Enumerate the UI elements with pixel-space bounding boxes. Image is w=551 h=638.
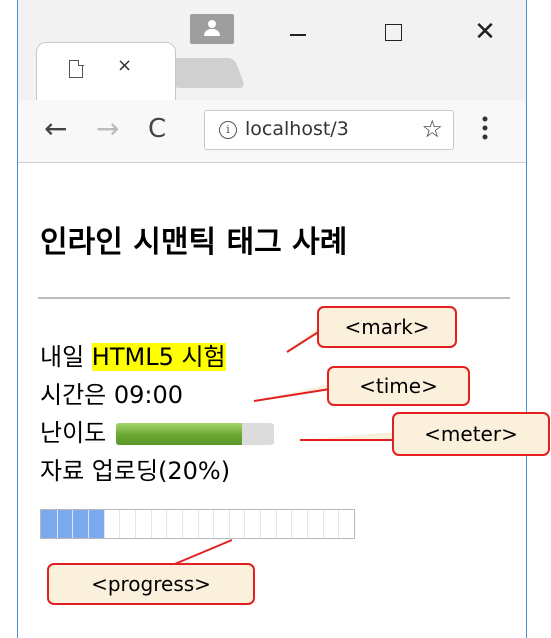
mark-line: 내일 HTML5 시험 <box>40 337 226 372</box>
progress-cell-divider <box>119 510 121 538</box>
page-icon <box>69 59 84 78</box>
maximize-button[interactable] <box>373 18 413 48</box>
meter-line: 난이도 <box>40 413 274 448</box>
progress-cell-divider <box>87 510 89 538</box>
progress-cell-divider <box>103 510 105 538</box>
horizontal-rule <box>38 297 510 299</box>
progress-cell-divider <box>213 510 215 538</box>
profile-body <box>204 29 220 36</box>
meter-fill <box>115 423 243 445</box>
meter-callout: <meter> <box>392 412 550 456</box>
time-prefix: 시간은 <box>40 381 114 409</box>
progress-cell-divider <box>322 510 324 538</box>
progress-callout: <progress> <box>47 563 255 605</box>
progress-cell-divider <box>228 510 230 538</box>
mark-prefix: 내일 <box>40 343 92 371</box>
back-button[interactable]: ← <box>44 112 67 146</box>
menu-button[interactable] <box>482 116 488 140</box>
progress-cell-divider <box>56 510 58 538</box>
info-icon[interactable]: i <box>219 121 237 139</box>
address-bar[interactable]: i localhost/3 ☆ <box>204 110 454 150</box>
profile-icon[interactable] <box>190 14 234 44</box>
time-line: 시간은 09:00 <box>40 375 183 410</box>
address-text[interactable]: localhost/3 <box>245 118 349 140</box>
window-close-button[interactable]: ✕ <box>465 18 505 48</box>
bookmark-star-icon[interactable]: ☆ <box>417 115 443 143</box>
upload-label: 자료 업로딩(20%) <box>40 457 231 485</box>
progress-cell-divider <box>166 510 168 538</box>
progress-cell-divider <box>181 510 183 538</box>
forward-button[interactable]: → <box>96 112 119 146</box>
profile-head <box>208 20 216 28</box>
browser-toolbar: ← → C i localhost/3 ☆ <box>18 100 526 163</box>
reload-button[interactable]: C <box>148 112 166 146</box>
progress-cell-divider <box>275 510 277 538</box>
progress-cell-divider <box>134 510 136 538</box>
progress-cell-divider <box>338 510 340 538</box>
tab-active[interactable]: × <box>36 42 176 100</box>
progress-cell-divider <box>197 510 199 538</box>
mark-highlight: HTML5 시험 <box>91 343 226 371</box>
tab-close-icon[interactable]: × <box>117 55 132 76</box>
meter-label: 난이도 <box>40 419 114 447</box>
minimize-button[interactable] <box>278 18 318 48</box>
difficulty-meter <box>115 423 274 445</box>
upload-progress <box>40 509 355 539</box>
time-callout: <time> <box>327 366 470 406</box>
progress-cell-divider <box>307 510 309 538</box>
progress-cell-divider <box>150 510 152 538</box>
time-value: 09:00 <box>113 381 184 409</box>
kebab-menu-icon <box>482 116 488 140</box>
mark-callout: <mark> <box>317 306 457 348</box>
progress-cell-divider <box>291 510 293 538</box>
progress-cell-divider <box>260 510 262 538</box>
progress-cell-divider <box>244 510 246 538</box>
page-heading: 인라인 시맨틱 태그 사례 <box>40 225 348 260</box>
progress-cell-divider <box>72 510 74 538</box>
title-bar: ✕ × <box>18 0 526 100</box>
